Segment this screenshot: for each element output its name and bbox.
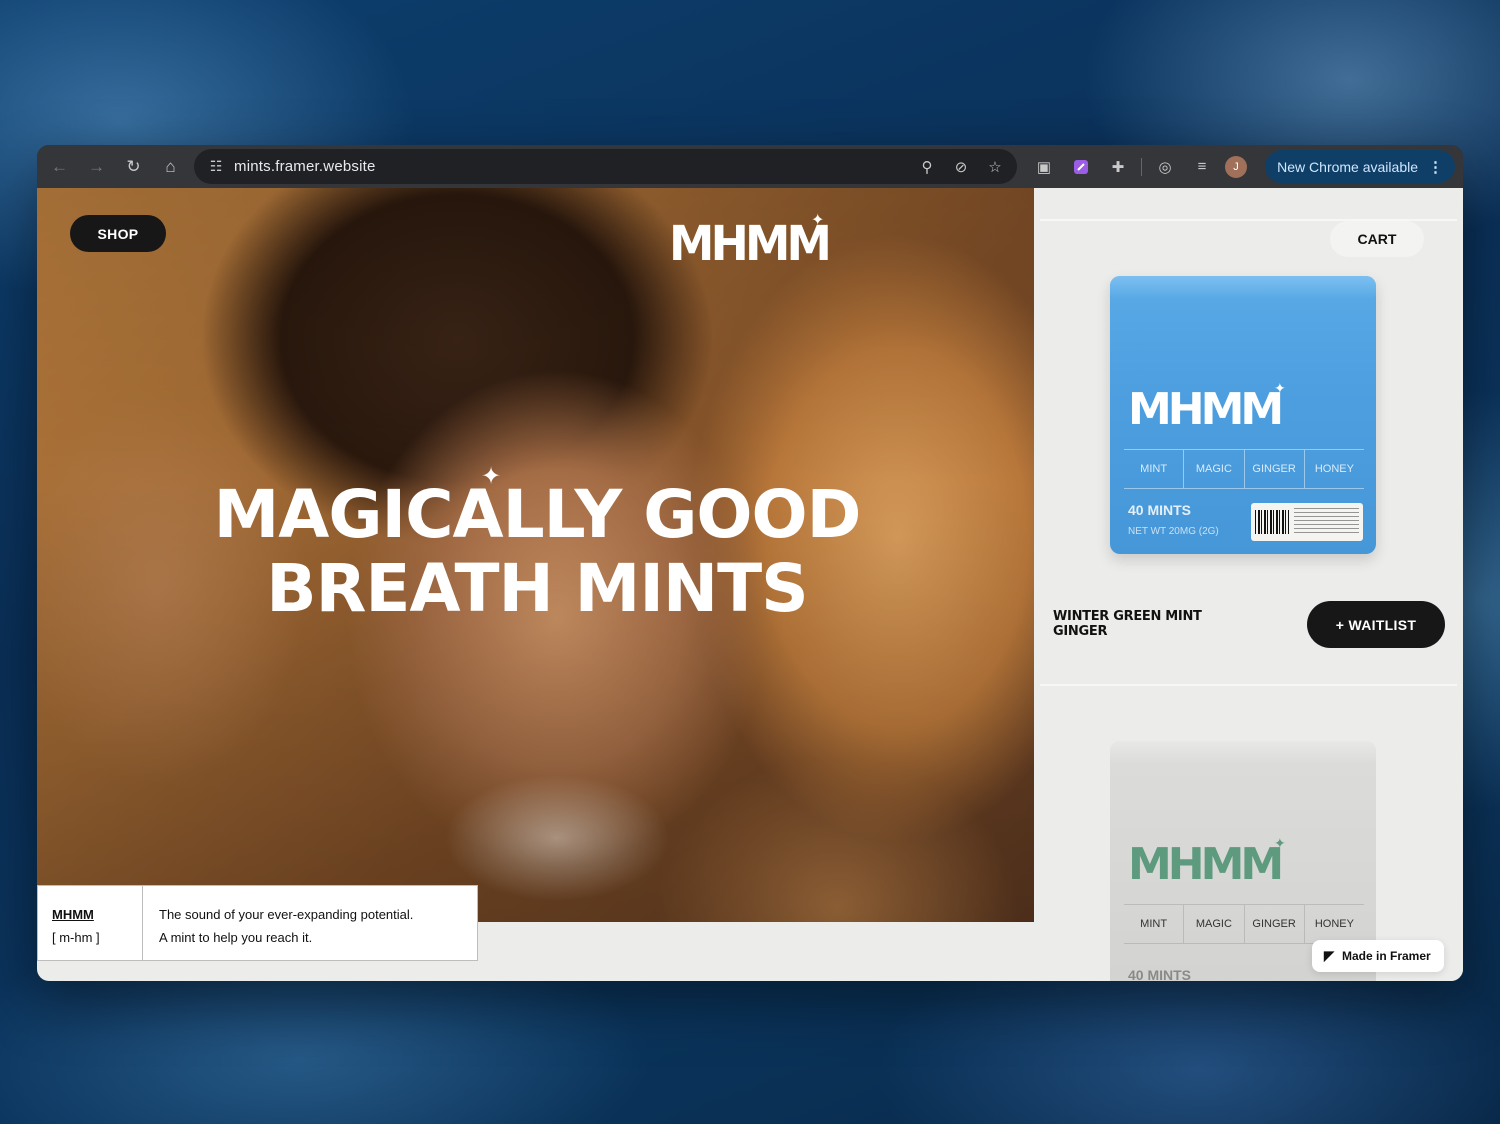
eye-off-icon[interactable]: ⊘ — [947, 153, 975, 181]
brand-tagline: The sound of your ever-expanding potenti… — [143, 886, 413, 960]
headline-line: BREATH MINTS — [266, 550, 808, 627]
sparkle-icon: ✦ — [811, 212, 825, 229]
arrow-right-icon[interactable]: → — [78, 148, 115, 185]
flavor-label: HONEY — [1314, 918, 1354, 930]
more-vertical-icon[interactable]: ⋮ — [1428, 158, 1443, 176]
waitlist-button[interactable]: + WAITLIST — [1307, 601, 1445, 648]
product-name-line: WINTER GREEN MINT — [1053, 609, 1202, 624]
sparkle-icon: ✦ — [1274, 835, 1286, 851]
tagline-line: The sound of your ever-expanding potenti… — [159, 907, 414, 922]
pronunciation: [ m-hm ] — [52, 930, 100, 945]
tin-logo: MHMM — [1128, 384, 1284, 435]
flavor-label: GINGER — [1245, 905, 1305, 943]
cart-button[interactable]: CART — [1330, 221, 1424, 257]
extension-icon[interactable] — [1067, 153, 1095, 181]
camera-icon[interactable]: ▣ — [1030, 153, 1058, 181]
zoom-icon[interactable]: ⚲ — [913, 153, 941, 181]
reading-list-icon[interactable]: ≡ — [1188, 153, 1216, 181]
home-icon[interactable]: ⌂ — [152, 148, 189, 185]
barcode-label — [1251, 503, 1363, 541]
puzzle-icon[interactable]: ✚ — [1104, 153, 1132, 181]
page-viewport: SHOP MHMM ✦ ✦ MAGICALLY GOOD BREATH MINT… — [37, 188, 1463, 981]
extensions-area: ▣ ✚ ◎ ≡ J — [1030, 149, 1247, 184]
address-bar[interactable]: ☷ mints.framer.website ⚲ ⊘ ☆ — [194, 149, 1017, 184]
product-panel: CART MHMM ✦ MINT MAGIC GINGER HONEY 40 M… — [1034, 188, 1463, 981]
arrow-left-icon[interactable]: ← — [41, 148, 78, 185]
framer-badge-label: Made in Framer — [1342, 949, 1431, 963]
product-name[interactable]: WINTER GREEN MINT GINGER — [1053, 609, 1223, 639]
flavor-label: HONEY — [1314, 463, 1354, 475]
net-weight: NET WT 20MG (2G) — [1128, 526, 1219, 537]
framer-icon: ◤ — [1324, 948, 1334, 963]
sparkle-icon: ✦ — [1274, 380, 1286, 396]
shop-button[interactable]: SHOP — [70, 215, 166, 252]
tagline-line: A mint to help you reach it. — [159, 930, 313, 945]
flavor-label: MAGIC — [1184, 905, 1245, 943]
gauge-icon[interactable]: ◎ — [1151, 153, 1179, 181]
avatar[interactable]: J — [1225, 155, 1247, 178]
product-image[interactable]: MHMM ✦ MINT MAGIC GINGER HONEY 40 MINTS … — [1110, 276, 1376, 554]
flavor-row: MINT MAGIC GINGER HONEY — [1124, 904, 1364, 944]
brand-link[interactable]: MHMM — [52, 903, 142, 926]
flavor-label: MINT — [1124, 905, 1185, 943]
label-fine-print — [1294, 508, 1359, 536]
hero-headline: MAGICALLY GOOD BREATH MINTS — [197, 478, 877, 626]
browser-toolbar: ← → ↻ ⌂ ☷ mints.framer.website ⚲ ⊘ ☆ ▣ ✚… — [37, 145, 1463, 188]
url-text[interactable]: mints.framer.website — [234, 158, 376, 175]
product-name-line: GINGER — [1053, 624, 1108, 639]
flavor-label: MINT — [1124, 450, 1185, 488]
star-icon[interactable]: ☆ — [981, 153, 1009, 181]
mint-count: 40 MINTS — [1128, 502, 1192, 518]
update-label: New Chrome available — [1277, 158, 1418, 175]
tune-icon[interactable]: ☷ — [198, 158, 234, 175]
flavor-label: GINGER — [1245, 450, 1305, 488]
headline-line: MAGICALLY GOOD — [213, 476, 862, 553]
reload-icon[interactable]: ↻ — [115, 148, 152, 185]
toolbar-divider — [1141, 157, 1142, 176]
brand-definition: MHMM [ m-hm ] — [38, 886, 143, 960]
flavor-row: MINT MAGIC GINGER HONEY — [1124, 449, 1364, 489]
brand-info-box: MHMM [ m-hm ] The sound of your ever-exp… — [37, 885, 478, 961]
barcode-icon — [1255, 510, 1289, 534]
browser-window: ← → ↻ ⌂ ☷ mints.framer.website ⚲ ⊘ ☆ ▣ ✚… — [37, 145, 1463, 981]
made-in-framer-badge[interactable]: ◤ Made in Framer — [1312, 940, 1444, 972]
tin-lid — [1110, 741, 1376, 763]
tin-logo: MHMM — [1128, 839, 1284, 890]
site-logo[interactable]: MHMM — [669, 216, 832, 272]
chrome-update-button[interactable]: New Chrome available ⋮ — [1265, 150, 1455, 183]
divider — [1040, 684, 1457, 686]
mint-count: 40 MINTS — [1128, 967, 1192, 981]
flavor-label: MAGIC — [1184, 450, 1245, 488]
tin-lid — [1110, 276, 1376, 298]
hero-section: SHOP MHMM ✦ ✦ MAGICALLY GOOD BREATH MINT… — [37, 188, 1034, 922]
